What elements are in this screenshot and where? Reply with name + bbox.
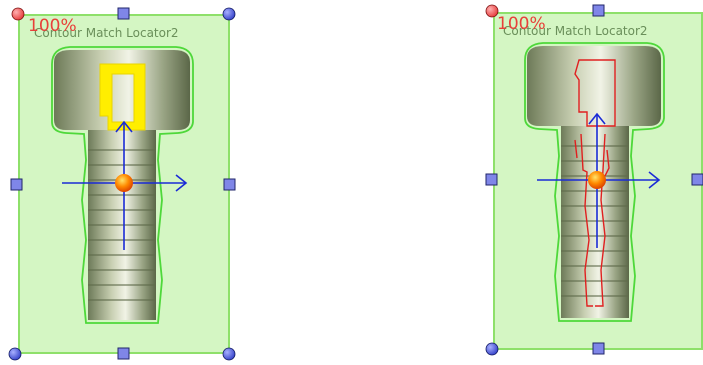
match-score-label: 100% — [28, 16, 77, 36]
locator-panel-left: Contour Match Locator2 100% — [0, 0, 260, 365]
edge-handle-left[interactable] — [10, 178, 23, 191]
corner-handle-tl[interactable] — [11, 7, 25, 21]
bolt-overlay — [8, 7, 236, 361]
match-score-label: 100% — [497, 14, 546, 34]
corner-handle-bl[interactable] — [485, 342, 499, 356]
corner-handle-br[interactable] — [222, 347, 236, 361]
center-marker-icon — [588, 171, 606, 189]
bolt-head-image — [54, 50, 190, 130]
edge-handle-bottom[interactable] — [592, 342, 605, 355]
bolt-overlay — [485, 4, 703, 356]
edge-handle-left[interactable] — [485, 173, 498, 186]
locator-panel-right: Contour Match Locator2 100% — [475, 0, 703, 365]
edge-handle-top[interactable] — [117, 7, 130, 20]
corner-handle-tr[interactable] — [222, 7, 236, 21]
center-marker-icon — [115, 174, 133, 192]
edge-handle-top[interactable] — [592, 4, 605, 17]
corner-handle-bl[interactable] — [8, 347, 22, 361]
edge-handle-bottom[interactable] — [117, 347, 130, 360]
edge-handle-right[interactable] — [691, 173, 703, 186]
bolt-head-image — [527, 46, 661, 126]
edge-handle-right[interactable] — [223, 178, 236, 191]
